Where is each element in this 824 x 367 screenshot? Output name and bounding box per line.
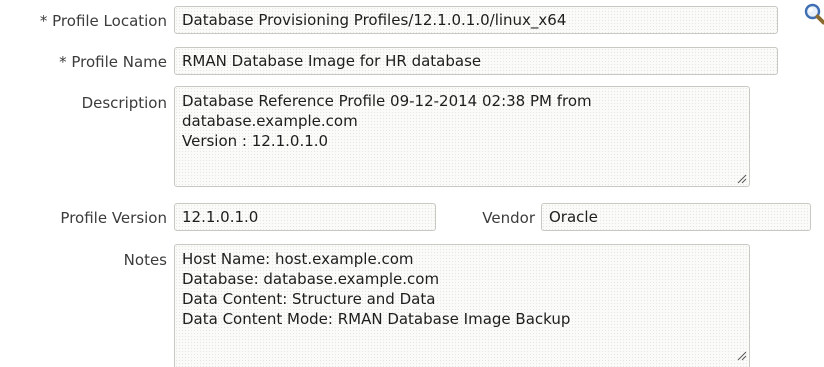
vendor-input[interactable]: Oracle — [541, 203, 811, 231]
resize-handle-icon[interactable] — [737, 174, 747, 184]
profile-version-label: Profile Version — [60, 209, 167, 227]
description-line: Database Reference Profile 09-12-2014 02… — [182, 92, 592, 110]
profile-version-input[interactable]: 12.1.0.1.0 — [174, 203, 436, 231]
profile-name-input[interactable]: RMAN Database Image for HR database — [174, 47, 778, 75]
description-line: database.example.com — [182, 112, 358, 130]
search-icon[interactable] — [804, 3, 824, 27]
profile-name-label: * Profile Name — [59, 53, 167, 71]
vendor-label: Vendor — [482, 209, 535, 227]
resize-handle-icon[interactable] — [737, 351, 747, 361]
description-label: Description — [81, 94, 167, 112]
notes-line: Data Content: Structure and Data — [182, 290, 436, 308]
profile-location-input[interactable]: Database Provisioning Profiles/12.1.0.1.… — [174, 6, 778, 34]
notes-line: Host Name: host.example.com — [182, 250, 414, 268]
notes-label: Notes — [123, 251, 167, 269]
profile-location-label: * Profile Location — [39, 12, 167, 30]
description-line: Version : 12.1.0.1.0 — [182, 132, 329, 150]
notes-textarea[interactable]: Host Name: host.example.com Database: da… — [174, 244, 750, 367]
description-textarea[interactable]: Database Reference Profile 09-12-2014 02… — [174, 86, 750, 187]
notes-line: Database: database.example.com — [182, 270, 440, 288]
notes-line: Data Content Mode: RMAN Database Image B… — [182, 310, 571, 328]
